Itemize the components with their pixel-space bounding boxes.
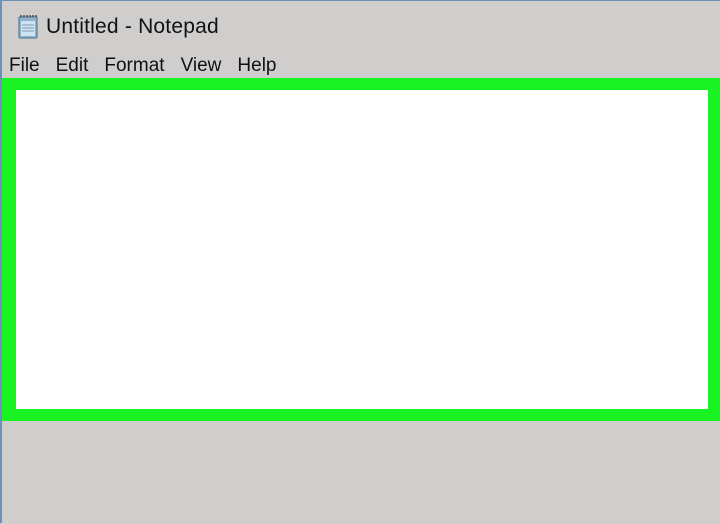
notepad-window: Untitled - Notepad File Edit Format View… (0, 0, 720, 524)
menu-view[interactable]: View (181, 51, 222, 81)
window-title: Untitled - Notepad (46, 14, 219, 38)
menu-file[interactable]: File (9, 51, 40, 81)
notepad-icon (14, 12, 42, 40)
menu-help[interactable]: Help (237, 51, 276, 81)
menu-bar: File Edit Format View Help (2, 51, 292, 81)
editor-highlight-frame (2, 78, 720, 421)
menu-format[interactable]: Format (104, 51, 164, 81)
title-bar: Untitled - Notepad (2, 1, 720, 51)
menu-edit[interactable]: Edit (56, 51, 89, 81)
text-editor-area[interactable] (16, 90, 708, 409)
window-bottom-area (2, 421, 720, 524)
